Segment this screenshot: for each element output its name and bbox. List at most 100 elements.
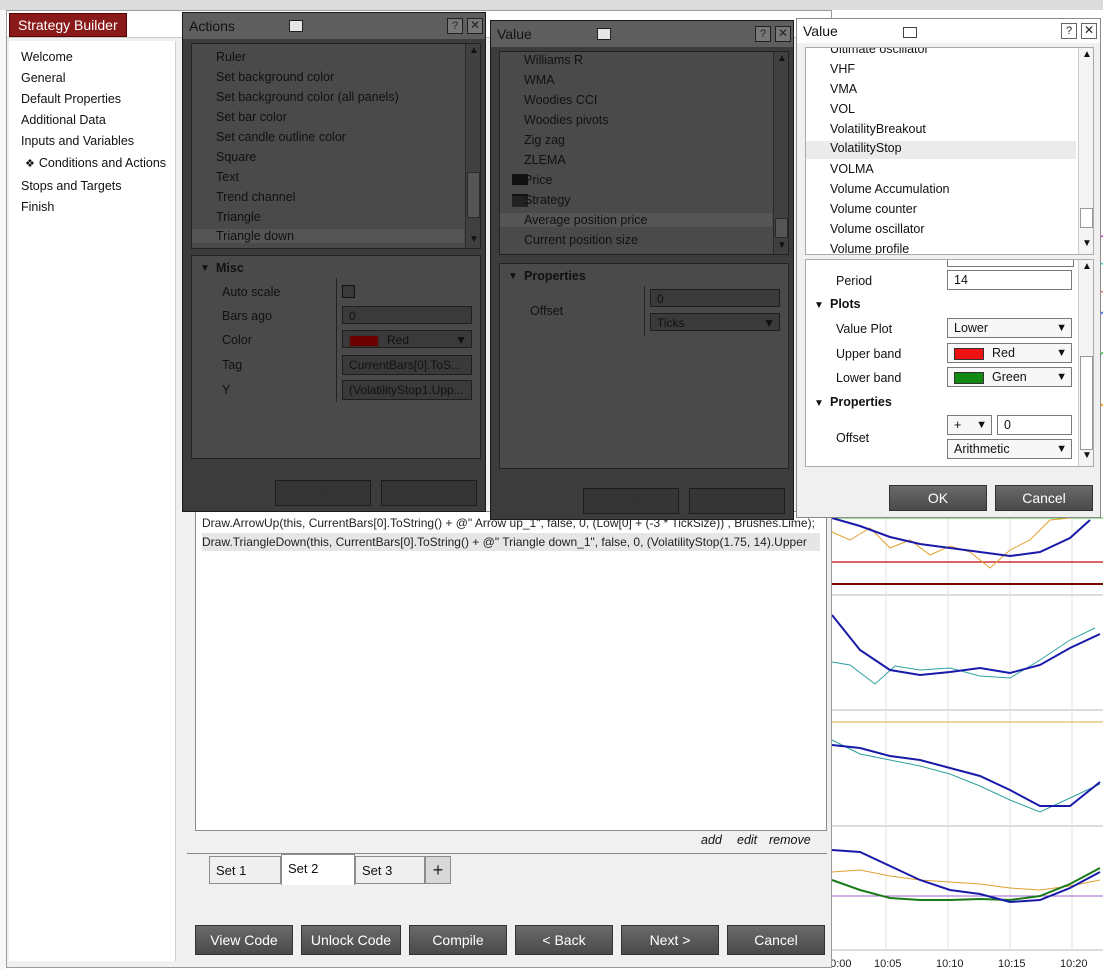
nav-item-conditions-actions[interactable]: ❖ Conditions and Actions [25,156,166,170]
value-item-current-position-size[interactable]: Current position size [524,233,638,247]
help-icon[interactable]: ? [755,26,771,42]
scroll-thumb[interactable] [467,172,480,218]
scroll-thumb[interactable] [775,218,788,238]
upper-band-select[interactable]: Red ▼ [947,343,1072,363]
value-plot-select[interactable]: Lower ▼ [947,318,1072,338]
action-item-set-candle-outline-color[interactable]: Set candle outline color [216,130,346,144]
scroll-up-icon[interactable]: ▲ [777,53,787,64]
scroll-down-icon[interactable]: ▼ [777,240,787,251]
indicator-item-volatility-breakout[interactable]: VolatilityBreakout [830,122,926,136]
scroll-down-icon[interactable]: ▼ [1082,238,1092,249]
nav-item-default-properties[interactable]: Default Properties [21,92,121,106]
scroll-up-icon[interactable]: ▲ [1082,261,1092,272]
close-icon[interactable]: ✕ [467,18,483,34]
help-icon[interactable]: ? [1061,23,1077,39]
actions-tree[interactable]: Ruler Set background color Set backgroun… [191,43,481,249]
edit-link[interactable]: edit [737,833,757,847]
value-dark-tree[interactable]: Williams R WMA Woodies CCI Woodies pivot… [499,51,789,255]
next-button[interactable]: Next > [621,925,719,955]
view-code-button[interactable]: View Code [195,925,293,955]
nav-item-stops-targets[interactable]: Stops and Targets [21,179,122,193]
y-input[interactable]: (VolatilityStop1.Upp... [342,380,472,400]
value-dark-scrollbar[interactable]: ▲ ▼ [773,52,788,254]
lower-band-select[interactable]: Green ▼ [947,367,1072,387]
strategy-builder-title[interactable]: Strategy Builder [9,13,127,37]
scroll-up-icon[interactable]: ▲ [1082,49,1092,60]
value-item-woodies-cci[interactable]: Woodies CCI [524,93,597,107]
actions-tree-scrollbar[interactable]: ▲ ▼ [465,44,480,248]
bars-ago-input[interactable]: 0 [342,306,472,324]
properties-section-header[interactable]: Properties [524,269,586,283]
indicator-list-scrollbar[interactable]: ▲ ▼ [1078,48,1093,254]
value-ok-button[interactable]: OK [889,485,987,511]
indicator-item-volume-profile[interactable]: Volume profile [830,242,909,254]
value-item-wma[interactable]: WMA [524,73,555,87]
scroll-thumb[interactable] [1080,356,1093,450]
compile-button[interactable]: Compile [409,925,507,955]
value-item-zig-zag[interactable]: Zig zag [524,133,565,147]
scroll-thumb[interactable] [1080,208,1093,228]
folder-strategy[interactable]: Strategy [524,193,571,207]
pin-icon[interactable] [903,27,917,38]
action-item-trend-channel[interactable]: Trend channel [216,190,295,204]
close-icon[interactable]: ✕ [1081,23,1097,39]
help-icon[interactable]: ? [447,18,463,34]
indicator-item-volume-counter[interactable]: Volume counter [830,202,917,216]
action-item-set-background-color-all[interactable]: Set background color (all panels) [216,90,399,104]
action-item-set-background-color[interactable]: Set background color [216,70,334,84]
back-button[interactable]: < Back [515,925,613,955]
indicator-list[interactable]: Ultimate oscillator VHF VMA VOL Volatili… [805,47,1094,255]
offset-operator-select[interactable]: + ▼ [947,415,992,435]
scroll-up-icon[interactable]: ▲ [469,45,479,56]
action-item-triangle[interactable]: Triangle [216,210,261,224]
auto-scale-checkbox[interactable] [342,285,355,298]
collapse-icon[interactable]: ▼ [508,271,518,282]
value-dark-ok-button[interactable]: OK [583,488,679,514]
tag-input[interactable]: CurrentBars[0].ToS... [342,355,472,375]
close-icon[interactable]: ✕ [775,26,791,42]
scroll-down-icon[interactable]: ▼ [1082,450,1092,461]
nav-item-welcome[interactable]: Welcome [21,50,73,64]
nav-item-finish[interactable]: Finish [21,200,54,214]
actions-ok-button[interactable]: OK [275,480,371,506]
indicator-item-vol[interactable]: VOL [830,102,855,116]
offset-input[interactable]: 0 [650,289,780,307]
period-input[interactable]: 14 [947,270,1072,290]
value-item-williams-r[interactable]: Williams R [524,53,583,67]
misc-section-header[interactable]: Misc [216,261,244,275]
nav-item-inputs-variables[interactable]: Inputs and Variables [21,134,134,148]
collapse-icon[interactable]: ▼ [814,300,824,311]
indicator-item-volma[interactable]: VOLMA [830,162,874,176]
cancel-button[interactable]: Cancel [727,925,825,955]
action-item-triangle-down[interactable]: Triangle down [192,229,464,243]
value-item-zlema[interactable]: ZLEMA [524,153,566,167]
collapse-icon[interactable]: ▼ [200,263,210,274]
actions-list[interactable]: Draw.ArrowUp(this, CurrentBars[0].ToStri… [195,511,827,831]
tab-set-3[interactable]: Set 3 [355,856,425,884]
pin-icon[interactable] [289,20,303,32]
nav-item-additional-data[interactable]: Additional Data [21,113,106,127]
nav-item-general[interactable]: General [21,71,65,85]
collapse-icon[interactable]: ▼ [814,398,824,409]
tab-set-1[interactable]: Set 1 [209,856,281,884]
action-item-set-bar-color[interactable]: Set bar color [216,110,287,124]
add-link[interactable]: add [701,833,722,847]
plots-section-header[interactable]: Plots [830,297,861,311]
remove-link[interactable]: remove [769,833,811,847]
actions-cancel-button[interactable]: Cancel [381,480,477,506]
add-set-button[interactable]: + [425,856,451,884]
offset-type-select[interactable]: Ticks ▼ [650,313,780,331]
indicator-item-vma[interactable]: VMA [830,82,857,96]
tab-set-2[interactable]: Set 2 [281,854,355,885]
indicator-item-volume-oscillator[interactable]: Volume oscillator [830,222,925,236]
pin-icon[interactable] [597,28,611,40]
indicator-item-vhf[interactable]: VHF [830,62,855,76]
indicator-item-volume-accumulation[interactable]: Volume Accumulation [830,182,950,196]
unlock-code-button[interactable]: Unlock Code [301,925,401,955]
color-select[interactable]: Red ▼ [342,330,472,348]
value-item-average-position-price[interactable]: Average position price [500,213,772,227]
value-cancel-button[interactable]: Cancel [995,485,1093,511]
action-item-text[interactable]: Text [216,170,239,184]
value-item-woodies-pivots[interactable]: Woodies pivots [524,113,609,127]
indicator-item-volatility-stop[interactable]: VolatilityStop [806,141,1076,159]
